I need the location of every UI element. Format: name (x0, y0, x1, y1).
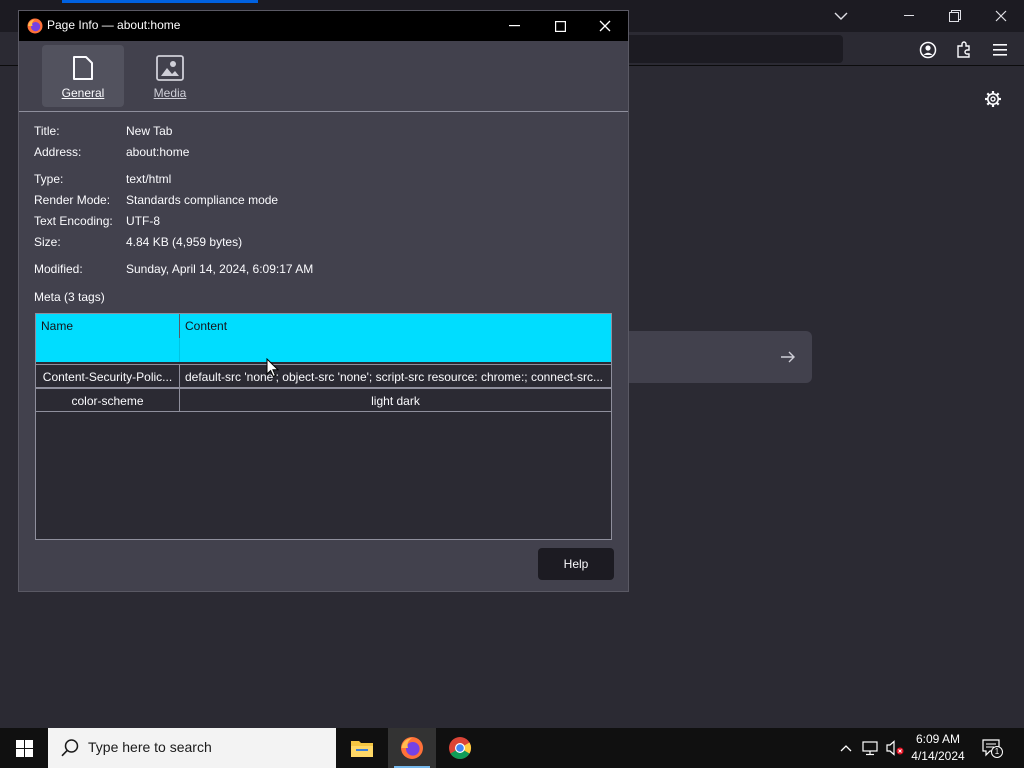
meta-table[interactable]: Name Content Content-Security-Polic... d… (35, 313, 612, 540)
info-label: Modified: (34, 262, 83, 276)
tab-media[interactable]: Media (129, 45, 211, 107)
info-value: text/html (126, 172, 172, 186)
dialog-close-button[interactable] (582, 11, 628, 41)
windows-start-icon[interactable] (0, 728, 48, 768)
info-label: Size: (34, 235, 61, 249)
help-button[interactable]: Help (538, 548, 614, 580)
taskbar-search-placeholder: Type here to search (88, 739, 212, 755)
firefox-logo-icon (27, 18, 43, 34)
search-icon (60, 738, 80, 758)
table-row[interactable] (36, 338, 611, 362)
browser-close-button[interactable] (978, 0, 1024, 32)
meta-name-cell (36, 338, 180, 362)
browser-restore-button[interactable] (932, 0, 978, 32)
chrome-icon[interactable] (436, 728, 484, 768)
page-info-tabs: General Media (19, 41, 628, 112)
meta-content-cell: default-src 'none'; object-src 'none'; s… (180, 364, 611, 388)
column-header-name[interactable]: Name (36, 314, 180, 338)
network-icon[interactable] (861, 738, 881, 758)
meta-content-cell (180, 338, 611, 362)
meta-table-header: Name Content (36, 314, 611, 338)
image-icon (156, 54, 184, 82)
dialog-maximize-button[interactable] (537, 11, 583, 41)
dialog-titlebar: Page Info — about:home (19, 11, 628, 41)
tab-general[interactable]: General (42, 45, 124, 107)
info-value: 4.84 KB (4,959 bytes) (126, 235, 243, 249)
info-value: about:home (126, 145, 190, 159)
meta-heading: Meta (3 tags) (34, 290, 105, 304)
table-row[interactable]: Content-Security-Polic... default-src 'n… (36, 364, 611, 388)
document-icon (69, 54, 97, 82)
notification-icon[interactable]: 1 (982, 738, 1003, 758)
tab-media-label: Media (153, 86, 187, 100)
info-label: Address: (34, 145, 82, 159)
meta-content-cell: light dark (180, 388, 611, 412)
taskbar: Type here to search 6:09 AM 4/14/2024 1 (0, 728, 1024, 768)
chevron-up-icon[interactable] (836, 738, 856, 758)
browser-minimize-button[interactable] (886, 0, 932, 32)
info-label: Type: (34, 172, 64, 186)
firefox-taskbar-icon[interactable] (388, 728, 436, 768)
info-value: Sunday, April 14, 2024, 6:09:17 AM (126, 262, 314, 276)
info-label: Title: (34, 124, 60, 138)
info-value: Standards compliance mode (126, 193, 279, 207)
dialog-title: Page Info — about:home (47, 18, 181, 32)
info-label: Text Encoding: (34, 214, 113, 228)
volume-muted-icon[interactable] (885, 738, 905, 758)
taskbar-search-box[interactable]: Type here to search (48, 728, 336, 768)
mouse-cursor-icon (266, 357, 280, 378)
gear-icon[interactable] (980, 86, 1006, 112)
taskbar-clock[interactable]: 6:09 AM 4/14/2024 (904, 731, 972, 765)
info-label: Render Mode: (34, 193, 111, 207)
extensions-icon[interactable] (950, 36, 978, 64)
info-value: UTF-8 (126, 214, 160, 228)
active-tab-indicator (62, 0, 258, 3)
page-info-dialog: Page Info — about:home General Media Tit… (18, 10, 629, 592)
table-row[interactable]: color-scheme light dark (36, 388, 611, 412)
meta-name-cell: color-scheme (36, 388, 180, 412)
app-menu-icon[interactable] (986, 36, 1014, 64)
clock-time: 6:09 AM (915, 732, 961, 746)
tab-general-label: General (61, 86, 105, 100)
list-all-tabs-button[interactable] (818, 0, 864, 32)
notification-count-badge: 1 (991, 746, 1003, 758)
dialog-minimize-button[interactable] (491, 11, 537, 41)
info-value: New Tab (126, 124, 173, 138)
arrow-right-icon[interactable] (777, 346, 799, 368)
column-header-content[interactable]: Content (180, 314, 611, 338)
account-icon[interactable] (914, 36, 942, 64)
clock-date: 4/14/2024 (911, 749, 965, 763)
file-explorer-icon[interactable] (338, 728, 386, 768)
meta-name-cell: Content-Security-Polic... (36, 364, 180, 388)
